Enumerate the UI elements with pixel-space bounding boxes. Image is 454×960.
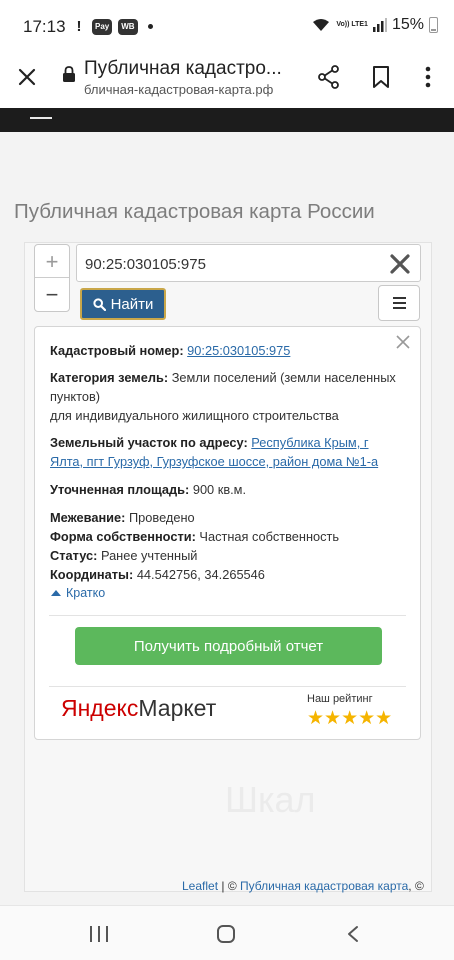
status-time: 17:13 xyxy=(23,17,66,36)
cadastral-number-row: Кадастровый номер: 90:25:030105:975 xyxy=(50,341,400,360)
zoom-in-button[interactable]: + xyxy=(35,245,69,278)
pay-notification-icon: Pay xyxy=(92,18,113,35)
area-value: 900 кв.м. xyxy=(192,482,247,497)
ownership-label: Форма собственности: xyxy=(50,529,196,544)
divider xyxy=(49,615,406,616)
yandex-logo-part: Яндекс xyxy=(61,695,139,721)
cadastral-search-field[interactable] xyxy=(76,244,421,282)
ownership-value: Частная собственность xyxy=(199,529,340,544)
battery-icon xyxy=(429,17,438,33)
url-bar[interactable]: бличная-кадастровая-карта.рф xyxy=(84,82,304,97)
clear-x-icon[interactable] xyxy=(388,252,412,276)
land-category-label: Категория земель: xyxy=(50,370,169,385)
browser-toolbar: Публичная кадастро... бличная-кадастрова… xyxy=(0,52,454,104)
wb-notification-icon: WB xyxy=(118,18,138,35)
notification-icons: ! Pay WB xyxy=(72,18,153,35)
rating-label: Наш рейтинг xyxy=(307,693,373,705)
land-usage-value: для индивидуального жилищного строительс… xyxy=(50,408,339,423)
address-row: Земельный участок по адресу: Республика … xyxy=(50,433,400,471)
page-title[interactable]: Публичная кадастро... xyxy=(84,58,304,80)
nav-back-icon[interactable] xyxy=(346,925,360,943)
get-report-button[interactable]: Получить подробный отчет xyxy=(75,627,382,665)
coordinates-label: Координаты: xyxy=(50,567,134,582)
nav-recents-icon[interactable] xyxy=(90,926,108,942)
lock-icon xyxy=(63,66,75,82)
zoom-out-button[interactable]: − xyxy=(35,278,69,311)
status-row: Статус: Ранее учтенный xyxy=(50,546,400,565)
area-row: Уточненная площадь: 900 кв.м. xyxy=(50,480,400,499)
coordinates-value: 44.542756, 34.265546 xyxy=(136,567,265,582)
alert-icon: ! xyxy=(76,18,82,35)
land-category-row: Категория земель: Земли поселений (земли… xyxy=(50,368,400,406)
page-heading: Публичная кадастровая карта России xyxy=(14,200,375,223)
cadastral-number-link[interactable]: 90:25:030105:975 xyxy=(187,343,290,358)
rating-stars: ★★★★★ xyxy=(307,708,393,729)
market-logo-part: Маркет xyxy=(138,695,217,721)
system-icons: Vo)) LTE1 15% xyxy=(311,16,438,34)
triangle-up-icon xyxy=(51,590,61,596)
bookmark-icon[interactable] xyxy=(368,64,394,90)
map-attribution: Leaflet | © Публичная кадастровая карта,… xyxy=(182,879,424,893)
status-label: Статус: xyxy=(50,548,98,563)
cadastral-number-label: Кадастровый номер: xyxy=(50,343,184,358)
close-icon[interactable] xyxy=(14,64,40,90)
navigation-bar xyxy=(0,905,454,960)
recents-bar xyxy=(106,926,108,942)
find-button-label: Найти xyxy=(110,295,154,313)
address-label: Земельный участок по адресу: xyxy=(50,435,248,450)
brief-link-label: Кратко xyxy=(66,586,106,600)
layers-icon-line xyxy=(392,302,406,304)
survey-row: Межевание: Проведено xyxy=(50,508,400,527)
wifi-icon xyxy=(313,19,330,31)
leaflet-link[interactable]: Leaflet xyxy=(182,879,218,893)
layers-menu-button[interactable] xyxy=(378,285,420,321)
signal-icon xyxy=(372,18,387,32)
more-notifications-dot xyxy=(147,24,153,29)
area-label: Уточненная площадь: xyxy=(50,482,190,497)
survey-value: Проведено xyxy=(128,510,195,525)
coordinates-row: Координаты: 44.542756, 34.265546 xyxy=(50,565,400,584)
survey-label: Межевание: xyxy=(50,510,126,525)
hamburger-icon[interactable] xyxy=(30,117,52,119)
lte-indicator: Vo)) LTE1 xyxy=(336,21,368,28)
ownership-row: Форма собственности: Частная собственнос… xyxy=(50,527,400,546)
status-bar: 17:13 ! Pay WB Vo)) LTE1 15% xyxy=(0,0,454,52)
search-icon xyxy=(92,297,106,311)
divider xyxy=(49,686,406,687)
site-header xyxy=(0,108,454,132)
layers-icon-line xyxy=(392,307,406,309)
nav-home-icon[interactable] xyxy=(217,925,235,943)
attribution-separator: | © xyxy=(218,879,240,893)
search-input[interactable] xyxy=(85,251,375,277)
battery-percent: 15% xyxy=(391,16,424,33)
map-watermark: Шкал xyxy=(225,779,316,820)
recents-bar xyxy=(98,926,100,942)
status-value: Ранее учтенный xyxy=(100,548,198,563)
parcel-info-popup: Кадастровый номер: 90:25:030105:975 Кате… xyxy=(34,326,421,740)
find-button[interactable]: Найти xyxy=(80,288,166,320)
brief-toggle-link[interactable]: Кратко xyxy=(51,586,105,600)
zoom-control: + − xyxy=(34,244,70,312)
share-icon[interactable] xyxy=(316,64,342,90)
yandex-market-logo[interactable]: ЯндексМаркет xyxy=(61,695,216,722)
more-vert-icon[interactable] xyxy=(418,64,438,90)
cadastral-map-link[interactable]: Публичная кадастровая карта xyxy=(240,879,408,893)
attribution-suffix: , © xyxy=(408,879,424,893)
recents-bar xyxy=(90,926,92,942)
layers-icon-line xyxy=(392,297,406,299)
